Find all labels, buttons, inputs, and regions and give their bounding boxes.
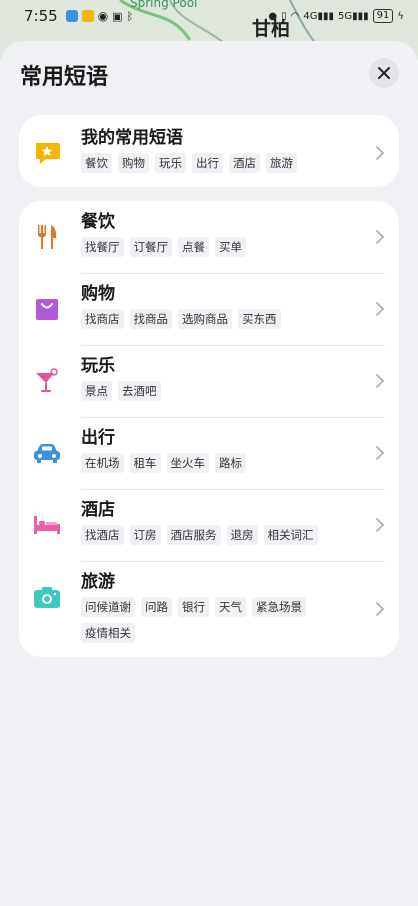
phrase-tag[interactable]: 出行 (192, 153, 223, 173)
wifi-icon: ◠ (290, 10, 300, 22)
category-row-entertainment[interactable]: 玩乐 景点 去酒吧 (19, 355, 399, 401)
vibrate-icon: ▯ (281, 10, 287, 22)
charging-icon: ϟ (397, 10, 404, 22)
category-tags: 问候道谢 问路 银行 天气 紧急场景 疫情相关 (81, 597, 359, 643)
bed-icon (33, 511, 61, 539)
chevron-right-icon (376, 302, 385, 316)
phrase-tag[interactable]: 玩乐 (155, 153, 186, 173)
phrase-tag[interactable]: 订房 (129, 525, 161, 545)
phrase-tag[interactable]: 酒店 (229, 153, 260, 173)
phrase-tag[interactable]: 景点 (81, 381, 112, 401)
phrase-tag[interactable]: 天气 (215, 597, 246, 617)
location-icon: ● (268, 10, 278, 22)
category-tags: 景点 去酒吧 (81, 381, 161, 401)
car-icon (33, 439, 61, 467)
phrase-tag[interactable]: 路标 (215, 453, 246, 473)
category-title: 酒店 (81, 500, 115, 520)
phrase-tag[interactable]: 坐火车 (166, 453, 209, 473)
category-row-travel[interactable]: 出行 在机场 租车 坐火车 路标 (19, 427, 399, 473)
phrase-tag[interactable]: 问候道谢 (81, 597, 135, 617)
category-tags: 找酒店 订房 酒店服务 退房 相关词汇 (81, 525, 318, 545)
divider (81, 273, 385, 274)
divider (81, 561, 385, 562)
category-title: 旅游 (81, 572, 115, 592)
chevron-right-icon (376, 374, 385, 388)
category-row-shopping[interactable]: 购物 找商店 找商品 选购商品 买东西 (19, 283, 399, 329)
phrase-tag[interactable]: 疫情相关 (81, 623, 135, 643)
camera-icon (33, 583, 61, 611)
phrase-tag[interactable]: 购物 (118, 153, 149, 173)
favorites-tags: 餐饮 购物 玩乐 出行 酒店 旅游 (81, 153, 297, 173)
category-tags: 找餐厅 订餐厅 点餐 买单 (81, 237, 246, 257)
category-list-card: 餐饮 找餐厅 订餐厅 点餐 买单 购物 找商店 找商品 选购商品 买东西 玩乐 … (19, 201, 399, 657)
phrase-tag[interactable]: 退房 (226, 525, 258, 545)
phrase-tag[interactable]: 订餐厅 (129, 237, 172, 257)
favorites-row[interactable]: 我的常用短语 餐饮 购物 玩乐 出行 酒店 旅游 (19, 127, 399, 173)
phrase-tag[interactable]: 买单 (215, 237, 246, 257)
phrase-tag[interactable]: 买东西 (238, 309, 281, 329)
phrase-tag[interactable]: 去酒吧 (118, 381, 161, 401)
divider (81, 417, 385, 418)
category-row-tourism[interactable]: 旅游 问候道谢 问路 银行 天气 紧急场景 疫情相关 (19, 571, 399, 643)
phrase-tag[interactable]: 酒店服务 (166, 525, 221, 545)
app-notification-icon (65, 10, 78, 22)
category-title: 购物 (81, 284, 115, 304)
close-icon (378, 67, 390, 79)
eye-icon: ◉ (97, 9, 109, 23)
chevron-right-icon (376, 446, 385, 460)
signal-icon: 5G▮▮▮ (338, 10, 369, 22)
notification-icons: ◉ ▣ ᛒ (65, 9, 134, 23)
phrase-tag[interactable]: 紧急场景 (252, 597, 306, 617)
chevron-right-icon (376, 602, 385, 616)
page-title: 常用短语 (20, 65, 109, 90)
category-tags: 在机场 租车 坐火车 路标 (81, 453, 246, 473)
favorites-card[interactable]: 我的常用短语 餐饮 购物 玩乐 出行 酒店 旅游 (19, 115, 399, 187)
chevron-right-icon (376, 230, 385, 244)
phrase-tag[interactable]: 找商品 (129, 309, 172, 329)
app-notification-icon (81, 10, 94, 22)
star-bubble-icon (33, 139, 61, 167)
phrase-tag[interactable]: 找商店 (81, 309, 124, 329)
phrase-tag[interactable]: 餐饮 (81, 153, 112, 173)
shopping-bag-icon (33, 295, 61, 323)
fork-knife-icon (33, 223, 61, 251)
cocktail-icon (33, 367, 61, 395)
divider (81, 489, 385, 490)
status-right-icons: ● ▯ ◠ 4G▮▮▮ 5G▮▮▮ 91 ϟ (268, 9, 404, 23)
phrase-tag[interactable]: 租车 (129, 453, 161, 473)
chevron-right-icon (376, 146, 385, 160)
status-time: 7:55 (24, 7, 58, 25)
app-notification-icon: ▣ (112, 9, 123, 23)
chevron-right-icon (376, 518, 385, 532)
phrase-tag[interactable]: 相关词汇 (263, 525, 318, 545)
phrase-tag[interactable]: 银行 (178, 597, 209, 617)
divider (81, 345, 385, 346)
phrase-tag[interactable]: 选购商品 (178, 309, 232, 329)
phrase-tag[interactable]: 在机场 (81, 453, 124, 473)
close-button[interactable] (369, 58, 399, 88)
category-row-dining[interactable]: 餐饮 找餐厅 订餐厅 点餐 买单 (19, 211, 399, 257)
battery-icon: 91 (372, 9, 394, 23)
category-row-hotel[interactable]: 酒店 找酒店 订房 酒店服务 退房 相关词汇 (19, 499, 399, 545)
bluetooth-icon: ᛒ (126, 9, 134, 23)
phrase-tag[interactable]: 旅游 (266, 153, 297, 173)
signal-icon: 4G▮▮▮ (303, 10, 335, 22)
category-title: 玩乐 (81, 356, 115, 376)
category-title: 出行 (81, 428, 115, 448)
phrase-tag[interactable]: 找酒店 (81, 525, 124, 545)
phrase-tag[interactable]: 找餐厅 (81, 237, 124, 257)
favorites-title: 我的常用短语 (81, 128, 183, 148)
category-tags: 找商店 找商品 选购商品 买东西 (81, 309, 281, 329)
category-title: 餐饮 (81, 212, 115, 232)
status-bar: 7:55 ◉ ▣ ᛒ ● ▯ ◠ 4G▮▮▮ 5G▮▮▮ 91 ϟ (0, 0, 418, 32)
phrases-sheet: 常用短语 我的常用短语 餐饮 购物 玩乐 出行 酒店 旅游 餐饮 找餐厅 订餐厅… (0, 41, 418, 906)
phrase-tag[interactable]: 点餐 (178, 237, 209, 257)
phrase-tag[interactable]: 问路 (141, 597, 172, 617)
